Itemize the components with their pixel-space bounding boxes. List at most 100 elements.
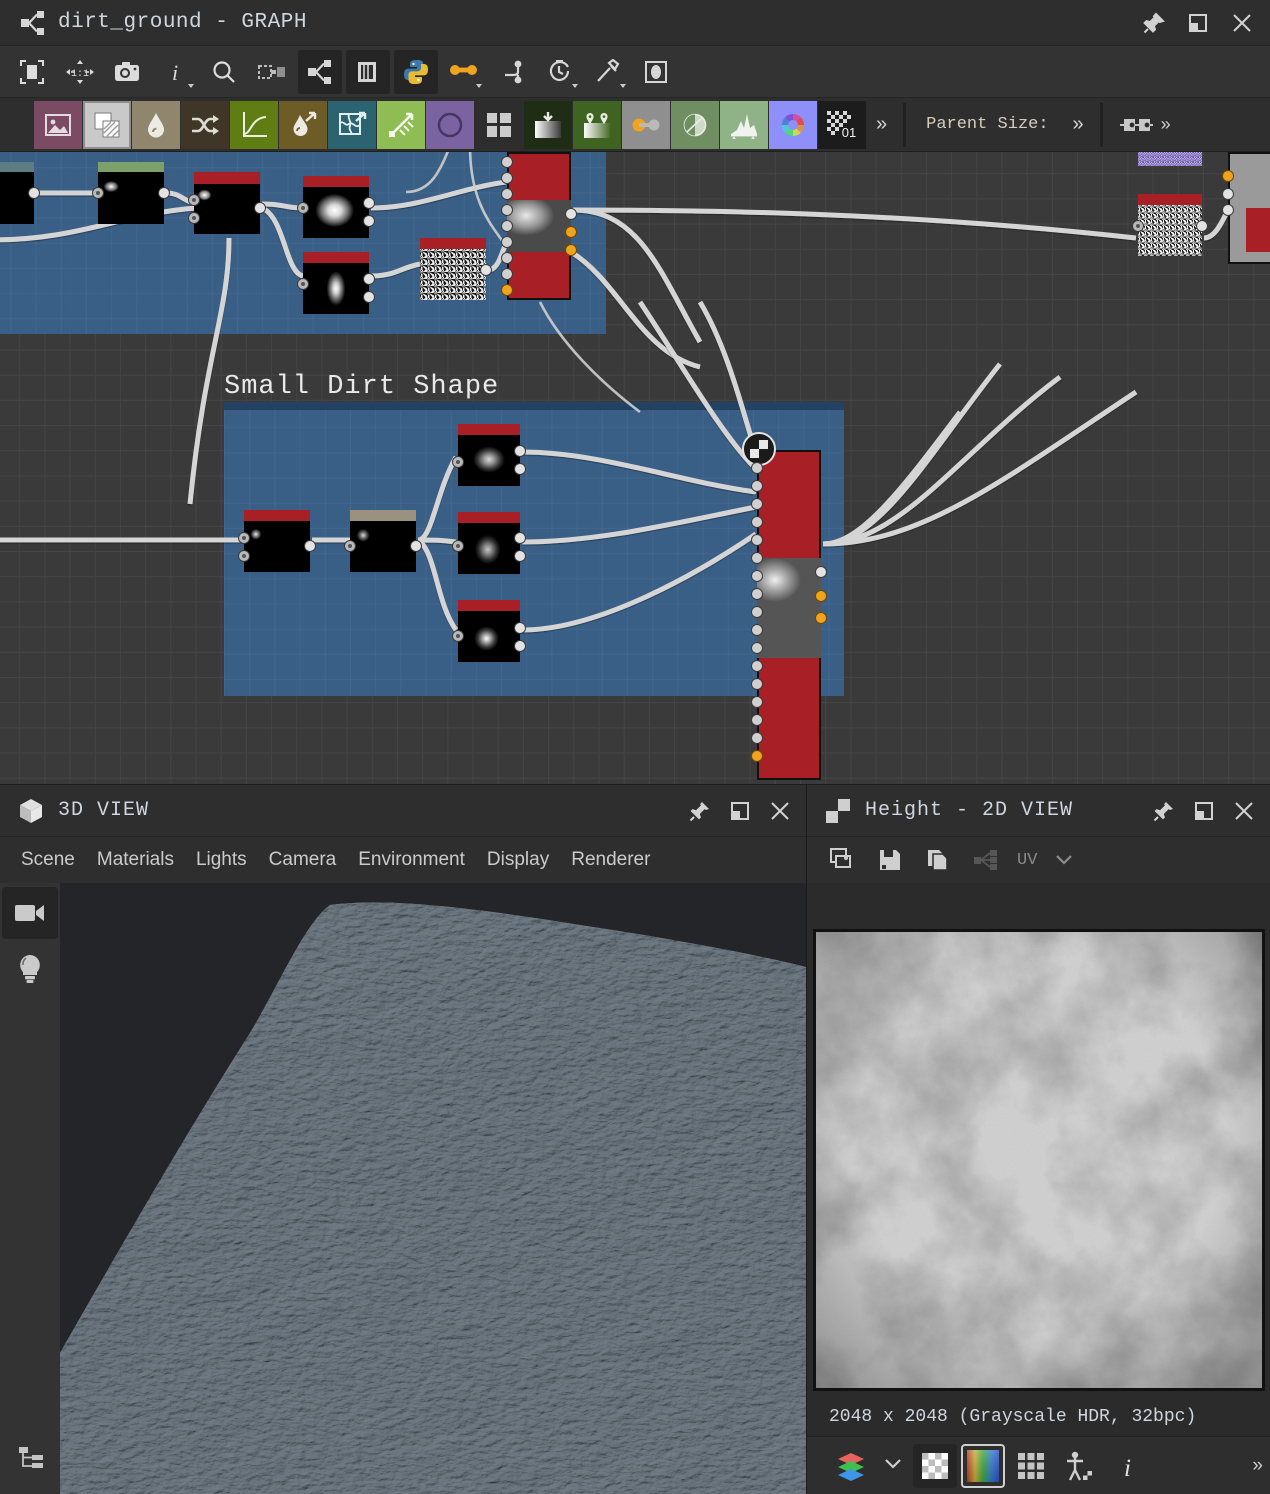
node-input-dot-pinned[interactable] bbox=[1222, 170, 1234, 182]
node-output-dot[interactable] bbox=[815, 566, 827, 578]
node-dirt-splatter-in[interactable] bbox=[238, 510, 316, 572]
node-output-dot[interactable] bbox=[514, 532, 526, 544]
node-blend-cells[interactable] bbox=[188, 172, 266, 234]
menu-camera[interactable]: Camera bbox=[258, 843, 348, 877]
bottom-toolbar-overflow[interactable]: » bbox=[1252, 1455, 1263, 1477]
light-tool-icon[interactable] bbox=[2, 943, 58, 995]
node-output-dot[interactable] bbox=[565, 208, 577, 220]
view2d-image-frame[interactable] bbox=[813, 929, 1265, 1391]
node-input-dot[interactable] bbox=[751, 732, 763, 744]
zoom-ratio-icon[interactable]: 1:1 bbox=[58, 50, 102, 94]
tile-generator-icon[interactable] bbox=[475, 100, 523, 149]
node-output-dot[interactable] bbox=[363, 215, 375, 227]
node-input-dot[interactable] bbox=[751, 660, 763, 672]
node-input-dot[interactable] bbox=[297, 278, 309, 290]
node-output-dot[interactable] bbox=[410, 540, 422, 552]
node-input-dot[interactable] bbox=[297, 202, 309, 214]
node-input-dot[interactable] bbox=[1222, 204, 1234, 216]
alpha-merge-icon[interactable]: 01 bbox=[818, 100, 866, 149]
slope-blur-icon[interactable] bbox=[377, 100, 425, 149]
node-dirt-blur[interactable] bbox=[344, 510, 422, 572]
node-noise-right[interactable] bbox=[1132, 194, 1208, 256]
node-input-dot-pinned[interactable] bbox=[501, 284, 513, 296]
node-output-dot[interactable] bbox=[254, 202, 266, 214]
node-blur-blob-bottom[interactable] bbox=[297, 252, 375, 314]
search-icon[interactable] bbox=[202, 50, 246, 94]
pin-icon[interactable] bbox=[1144, 791, 1184, 831]
node-input-dot[interactable] bbox=[751, 678, 763, 690]
node-output-dot[interactable] bbox=[363, 291, 375, 303]
fit-view-icon[interactable] bbox=[10, 50, 54, 94]
pin-icon[interactable] bbox=[680, 791, 720, 831]
align-nodes-icon[interactable] bbox=[250, 50, 294, 94]
graph-icon[interactable] bbox=[965, 840, 1007, 880]
node-input-dot[interactable] bbox=[452, 540, 464, 552]
node-output-dot[interactable] bbox=[28, 187, 40, 199]
tiling-grid-icon[interactable] bbox=[1009, 1444, 1053, 1488]
node-input-dot[interactable] bbox=[501, 252, 513, 264]
gradient-icon[interactable] bbox=[524, 100, 572, 149]
copy-icon[interactable] bbox=[917, 840, 959, 880]
close-icon[interactable] bbox=[1222, 3, 1262, 43]
directional-blur-icon[interactable] bbox=[279, 100, 327, 149]
dock-icon[interactable] bbox=[720, 791, 760, 831]
info-icon[interactable]: i bbox=[1105, 1444, 1149, 1488]
node-shape-splatter-2[interactable] bbox=[92, 162, 170, 224]
layers-icon[interactable] bbox=[346, 49, 390, 94]
menu-lights[interactable]: Lights bbox=[185, 843, 258, 877]
node-input-dot[interactable] bbox=[452, 456, 464, 468]
node-input-dot[interactable] bbox=[238, 550, 250, 562]
node-output-dot[interactable] bbox=[363, 273, 375, 285]
node-dirt-shape-c[interactable] bbox=[452, 600, 526, 662]
node-input-dot[interactable] bbox=[751, 534, 763, 546]
node-input-dot[interactable] bbox=[751, 570, 763, 582]
alpha-checker-icon[interactable] bbox=[913, 1443, 957, 1488]
camera-tool-icon[interactable] bbox=[2, 887, 58, 939]
node-output-dot-pinned[interactable] bbox=[565, 226, 577, 238]
node-output-top-tall[interactable] bbox=[501, 152, 577, 300]
node-output-dot[interactable] bbox=[480, 264, 492, 276]
node-output-dot[interactable] bbox=[514, 445, 526, 457]
close-icon[interactable] bbox=[1224, 791, 1264, 831]
chevron-down-icon[interactable] bbox=[877, 1457, 909, 1474]
parent-size-overflow[interactable]: » bbox=[1063, 113, 1094, 136]
pin-icon[interactable] bbox=[1134, 3, 1174, 43]
snapshot-icon[interactable] bbox=[821, 840, 863, 880]
chevron-down-icon[interactable] bbox=[1043, 840, 1085, 880]
node-input-dot[interactable] bbox=[238, 532, 250, 544]
node-input-dot[interactable] bbox=[92, 187, 104, 199]
graph-icon[interactable] bbox=[298, 49, 342, 94]
menu-scene[interactable]: Scene bbox=[10, 843, 86, 877]
scene-hierarchy-icon[interactable] bbox=[4, 1432, 60, 1484]
timer-icon[interactable] bbox=[538, 50, 582, 94]
histogram-icon[interactable] bbox=[720, 100, 768, 149]
node-input-dot[interactable] bbox=[751, 462, 763, 474]
node-output-dot[interactable] bbox=[514, 550, 526, 562]
view3d-viewport[interactable] bbox=[60, 883, 806, 1494]
blend-icon[interactable] bbox=[83, 100, 131, 149]
node-input-dot[interactable] bbox=[751, 588, 763, 600]
node-input-dot[interactable] bbox=[751, 624, 763, 636]
menu-renderer[interactable]: Renderer bbox=[560, 843, 661, 877]
save-icon[interactable] bbox=[869, 840, 911, 880]
node-input-dot[interactable] bbox=[501, 204, 513, 216]
node-selected-far-right[interactable] bbox=[1222, 152, 1270, 264]
bitmap-icon[interactable] bbox=[34, 100, 82, 149]
node-output-dot-pinned[interactable] bbox=[565, 244, 577, 256]
curve-icon[interactable] bbox=[230, 100, 278, 149]
dock-icon[interactable] bbox=[1178, 3, 1218, 43]
node-output-dot-pinned[interactable] bbox=[815, 612, 827, 624]
node-input-dot[interactable] bbox=[751, 714, 763, 726]
node-output-dot[interactable] bbox=[158, 187, 170, 199]
info-icon[interactable]: i bbox=[154, 50, 198, 94]
node-output-dot[interactable] bbox=[304, 540, 316, 552]
shuffle-icon[interactable] bbox=[181, 100, 229, 149]
node-input-dot[interactable] bbox=[188, 194, 200, 206]
dock-icon[interactable] bbox=[1184, 791, 1224, 831]
node-input-dot[interactable] bbox=[1132, 220, 1144, 232]
node-input-dot[interactable] bbox=[452, 630, 464, 642]
node-input-dot-pinned[interactable] bbox=[751, 750, 763, 762]
shape-icon[interactable] bbox=[426, 100, 474, 149]
dependency-overflow[interactable]: » bbox=[1159, 114, 1171, 135]
node-output-dot[interactable] bbox=[363, 197, 375, 209]
